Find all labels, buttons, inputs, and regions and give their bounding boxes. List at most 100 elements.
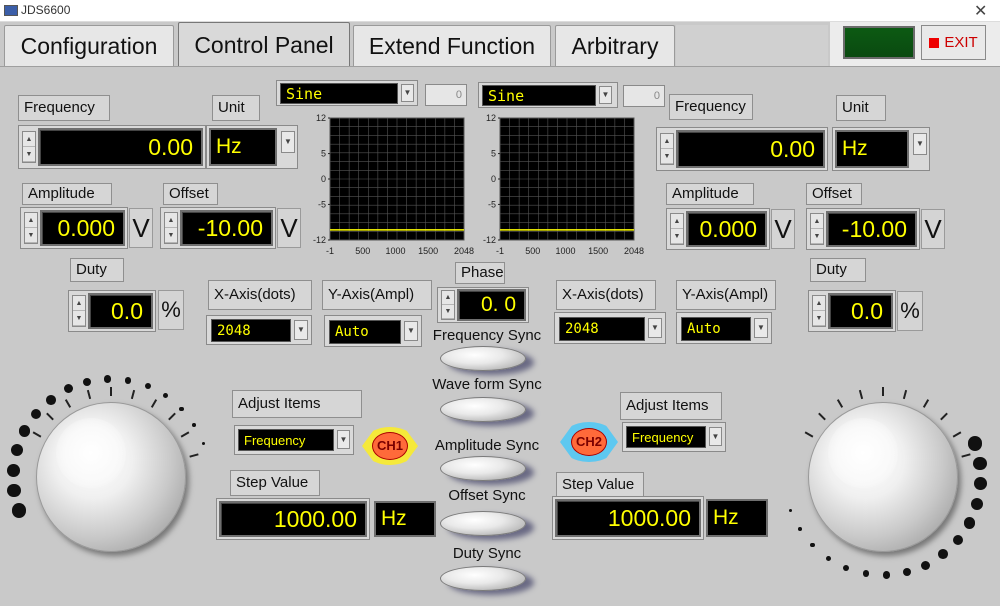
tab-extend-function[interactable]: Extend Function <box>353 25 551 67</box>
x-tick-label: 1000 <box>385 246 405 256</box>
ch1-knob-highlight <box>56 418 126 488</box>
knob-scale-dot <box>11 503 27 518</box>
ch1-xaxis-select[interactable]: 2048 <box>211 319 291 342</box>
ch2-offset-spinner[interactable]: ▲ ▼ <box>810 213 824 245</box>
phase-spinner[interactable]: ▲ ▼ <box>441 290 455 320</box>
spin-up-icon[interactable]: ▲ <box>73 296 85 311</box>
ch2-yaxis-dropdown-icon[interactable]: ▼ <box>754 318 768 338</box>
ch1-xaxis-label: X-Axis(dots) <box>208 280 312 310</box>
ch2-badge[interactable]: CH2 <box>571 428 607 456</box>
spin-up-icon[interactable]: ▲ <box>661 134 673 149</box>
amplitude-sync-toggle[interactable] <box>440 456 526 481</box>
ch1-frequency-display[interactable]: 0.00 <box>38 128 203 166</box>
spin-down-icon[interactable]: ▼ <box>165 228 177 243</box>
ch1-xaxis-dropdown-icon[interactable]: ▼ <box>294 320 308 340</box>
ch2-xaxis-select[interactable]: 2048 <box>559 317 645 341</box>
y-tick-label: 5 <box>491 149 496 159</box>
ch2-offset-display[interactable]: -10.00 <box>826 211 917 247</box>
spin-up-icon[interactable]: ▲ <box>811 214 823 229</box>
duty-sync-toggle[interactable] <box>440 566 526 591</box>
frequency-sync-toggle[interactable] <box>440 346 526 371</box>
close-icon[interactable]: ✕ <box>974 1 987 21</box>
ch1-amplitude-spinner[interactable]: ▲ ▼ <box>24 212 38 244</box>
spin-up-icon[interactable]: ▲ <box>671 214 683 229</box>
spin-up-icon[interactable]: ▲ <box>165 213 177 228</box>
waveform-sync-label: Wave form Sync <box>432 376 542 393</box>
tab-arbitrary[interactable]: Arbitrary <box>555 25 675 67</box>
spin-down-icon[interactable]: ▼ <box>23 147 35 162</box>
ch1-wave-index-value: 0 <box>455 89 462 101</box>
spin-down-icon[interactable]: ▼ <box>442 305 454 319</box>
ch1-unit-select[interactable]: Hz <box>209 128 277 166</box>
ch2-frequency-spinner[interactable]: ▲ ▼ <box>660 133 674 165</box>
ch2-waveform-select[interactable]: Sine <box>482 85 596 106</box>
knob-tick-mark <box>858 389 863 400</box>
spin-down-icon[interactable]: ▼ <box>671 229 683 244</box>
knob-tick-mark <box>131 389 136 400</box>
ch2-waveform-dropdown-icon[interactable]: ▼ <box>599 86 612 104</box>
ch2-duty-display[interactable]: 0.0 <box>828 293 893 329</box>
spin-up-icon[interactable]: ▲ <box>442 291 454 305</box>
ch2-unit-dropdown-icon[interactable]: ▼ <box>913 133 927 155</box>
knob-tick-mark <box>189 453 199 458</box>
ch2-amplitude-display[interactable]: 0.000 <box>686 211 767 247</box>
x-tick-label: 1000 <box>555 246 575 256</box>
ch1-waveform-select[interactable]: Sine <box>280 83 398 104</box>
ch2-step-unit: Hz <box>706 499 768 537</box>
knob-scale-dot <box>862 570 870 577</box>
knob-scale-dot <box>971 498 984 510</box>
tab-control-panel[interactable]: Control Panel <box>178 22 350 67</box>
spin-up-icon[interactable]: ▲ <box>23 132 35 147</box>
knob-tick-mark <box>46 412 55 421</box>
ch1-offset-display[interactable]: -10.00 <box>180 210 273 246</box>
ch2-duty-spinner[interactable]: ▲ ▼ <box>812 295 826 327</box>
ch1-amplitude-display[interactable]: 0.000 <box>40 210 125 246</box>
knob-tick-mark <box>167 412 176 421</box>
ch2-step-display[interactable]: 1000.00 <box>555 499 701 537</box>
tab-configuration[interactable]: Configuration <box>4 25 174 67</box>
ch1-unit-dropdown-icon[interactable]: ▼ <box>281 131 295 153</box>
ch1-wave-index[interactable]: 0 <box>425 84 467 106</box>
ch2-frequency-label: Frequency <box>669 94 753 120</box>
ch2-amplitude-spinner[interactable]: ▲ ▼ <box>670 213 684 245</box>
x-tick-label: -1 <box>326 246 334 256</box>
ch1-duty-display[interactable]: 0.0 <box>88 293 153 329</box>
spin-down-icon[interactable]: ▼ <box>25 228 37 243</box>
waveform-sync-toggle[interactable] <box>440 397 526 422</box>
exit-button[interactable]: EXIT <box>921 25 986 60</box>
offset-sync-toggle[interactable] <box>440 511 526 536</box>
spin-up-icon[interactable]: ▲ <box>813 296 825 311</box>
ch1-yaxis-select[interactable]: Auto <box>329 320 401 344</box>
ch2-knob-area <box>768 380 1000 580</box>
ch1-adjust-dropdown-icon[interactable]: ▼ <box>337 430 350 449</box>
ch1-duty-spinner[interactable]: ▲ ▼ <box>72 295 86 327</box>
ch1-adjust-select[interactable]: Frequency <box>238 429 334 451</box>
ch2-xaxis-dropdown-icon[interactable]: ▼ <box>648 318 662 338</box>
spin-down-icon[interactable]: ▼ <box>811 229 823 244</box>
knob-tick-mark <box>110 387 112 396</box>
ch1-offset-spinner[interactable]: ▲ ▼ <box>164 212 178 244</box>
y-tick-label: 0 <box>321 174 326 184</box>
ch2-adjust-dropdown-icon[interactable]: ▼ <box>709 427 722 446</box>
ch1-waveform-dropdown-icon[interactable]: ▼ <box>401 84 414 102</box>
amplitude-sync-label: Amplitude Sync <box>434 437 540 454</box>
ch2-yaxis-select[interactable]: Auto <box>681 317 751 341</box>
ch1-step-display[interactable]: 1000.00 <box>219 501 367 537</box>
spin-up-icon[interactable]: ▲ <box>25 213 37 228</box>
ch2-adjust-select[interactable]: Frequency <box>626 426 706 448</box>
knob-tick-mark <box>922 398 930 408</box>
ch2-unit-select[interactable]: Hz <box>835 130 909 168</box>
phase-display[interactable]: 0. 0 <box>457 289 526 321</box>
knob-scale-dot <box>974 477 988 491</box>
spin-down-icon[interactable]: ▼ <box>661 149 673 164</box>
ch2-wave-index[interactable]: 0 <box>623 85 665 107</box>
knob-scale-dot <box>882 571 891 579</box>
knob-tick-mark <box>961 453 971 458</box>
ch1-frequency-spinner[interactable]: ▲ ▼ <box>22 131 36 163</box>
ch1-badge[interactable]: CH1 <box>372 432 408 460</box>
ch1-yaxis-dropdown-icon[interactable]: ▼ <box>404 321 418 341</box>
ch2-frequency-display[interactable]: 0.00 <box>676 130 825 168</box>
spin-down-icon[interactable]: ▼ <box>73 311 85 326</box>
spin-down-icon[interactable]: ▼ <box>813 311 825 326</box>
y-tick-label: -12 <box>483 235 496 245</box>
